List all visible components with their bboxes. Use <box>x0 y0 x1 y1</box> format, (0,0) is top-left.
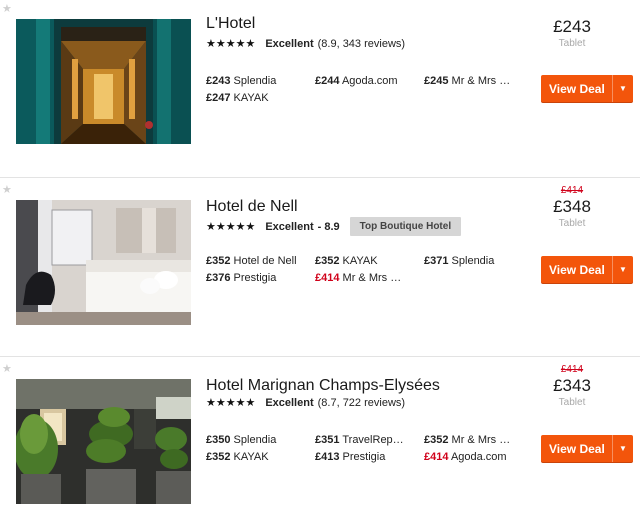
hotel-card: ★ Hotel Marignan Champs-Elysées ★★★★★ Ex… <box>0 356 640 526</box>
offer-item[interactable]: £351 TravelRep… <box>315 434 404 446</box>
offer-item[interactable]: £413 Prestigia <box>315 451 385 463</box>
stars-icon: ★★★★★ <box>206 397 256 409</box>
best-price[interactable]: £343 <box>542 376 602 396</box>
device-label: Tablet <box>558 38 586 49</box>
old-price: £414 <box>560 364 584 375</box>
view-deal-button[interactable]: View Deal ▼ <box>541 435 633 462</box>
offer-provider: Prestigia <box>233 272 277 284</box>
hotel-name[interactable]: L'Hotel <box>206 15 255 33</box>
stars-icon: ★★★★★ <box>206 38 256 50</box>
rating-row: ★★★★★ Excellent - 8.9 Top Boutique Hotel <box>206 217 462 236</box>
offer-provider: Splendia <box>451 255 495 267</box>
offer-provider: Agoda.com <box>341 75 398 87</box>
offer-price: £350 <box>206 434 231 446</box>
offer-item[interactable]: £414 Agoda.com <box>424 451 507 463</box>
offer-provider: Mr & Mrs … <box>451 434 511 446</box>
rating-word: Excellent <box>265 220 314 233</box>
best-price[interactable]: £243 <box>542 17 602 37</box>
caret-down-icon[interactable]: ▼ <box>613 84 633 93</box>
caret-down-icon[interactable]: ▼ <box>613 444 633 453</box>
view-deal-button[interactable]: View Deal ▼ <box>541 75 633 102</box>
favorite-star-icon[interactable]: ★ <box>2 364 12 375</box>
rating-word: Excellent <box>265 37 314 50</box>
offer-provider: KAYAK <box>342 255 378 267</box>
offer-provider: Agoda.com <box>450 451 507 463</box>
offer-price: £243 <box>206 75 231 87</box>
offer-price: £376 <box>206 272 231 284</box>
top-boutique-badge: Top Boutique Hotel <box>349 217 462 236</box>
view-deal-label: View Deal <box>549 81 605 96</box>
offer-provider: KAYAK <box>233 451 269 463</box>
hotel-photo[interactable] <box>16 379 191 504</box>
offer-item[interactable]: £245 Mr & Mrs … <box>424 75 510 87</box>
offer-item[interactable]: £371 Splendia <box>424 255 494 267</box>
view-deal-label: View Deal <box>549 441 605 456</box>
price-block: £243 Tablet <box>542 5 602 49</box>
view-deal-label: View Deal <box>549 262 605 277</box>
offer-price: £351 <box>315 434 340 446</box>
rating-row: ★★★★★ Excellent (8.7, 722 reviews) <box>206 396 406 410</box>
caret-down-icon[interactable]: ▼ <box>613 265 633 274</box>
offer-price: £352 <box>206 451 231 463</box>
offer-provider: Mr & Mrs … <box>342 272 402 284</box>
offer-item[interactable]: £414 Mr & Mrs … <box>315 272 401 284</box>
offer-price: £244 <box>315 75 340 87</box>
offer-provider: Prestigia <box>342 451 386 463</box>
offer-item[interactable]: £352 KAYAK <box>206 451 269 463</box>
offer-price: £247 <box>206 92 231 104</box>
rating-detail: (8.7, 722 reviews) <box>317 396 406 409</box>
offer-item[interactable]: £352 Hotel de Nell <box>206 255 297 267</box>
rating-word: Excellent <box>265 396 314 409</box>
offer-provider: TravelRep… <box>342 434 404 446</box>
offer-price: £413 <box>315 451 340 463</box>
rating-row: ★★★★★ Excellent (8.9, 343 reviews) <box>206 37 406 51</box>
offer-item[interactable]: £350 Splendia <box>206 434 276 446</box>
offer-price: £414 <box>424 451 449 463</box>
offer-provider: Splendia <box>233 75 277 87</box>
hotel-photo[interactable] <box>16 200 191 325</box>
offer-price: £245 <box>424 75 449 87</box>
hotel-card: ★ L'Hotel ★★★★★ Excellent (8.9, 343 revi… <box>0 0 640 170</box>
price-block: £414 £343 Tablet <box>542 364 602 408</box>
offer-item[interactable]: £244 Agoda.com <box>315 75 398 87</box>
offer-provider: Hotel de Nell <box>233 255 297 267</box>
offer-item[interactable]: £247 KAYAK <box>206 92 269 104</box>
offer-provider: Splendia <box>233 434 277 446</box>
offer-provider: KAYAK <box>233 92 269 104</box>
offer-item[interactable]: £243 Splendia <box>206 75 276 87</box>
offer-item[interactable]: £352 KAYAK <box>315 255 378 267</box>
offer-item[interactable]: £352 Mr & Mrs … <box>424 434 510 446</box>
offer-provider: Mr & Mrs … <box>451 75 511 87</box>
hotel-photo[interactable] <box>16 19 191 144</box>
stars-icon: ★★★★★ <box>206 221 256 233</box>
old-price: £414 <box>560 185 584 196</box>
best-price[interactable]: £348 <box>542 197 602 217</box>
old-price <box>542 5 602 17</box>
device-label: Tablet <box>558 218 586 229</box>
view-deal-button[interactable]: View Deal ▼ <box>541 256 633 283</box>
device-label: Tablet <box>558 397 586 408</box>
offer-item[interactable]: £376 Prestigia <box>206 272 276 284</box>
offer-price: £414 <box>315 272 340 284</box>
offer-price: £352 <box>424 434 449 446</box>
offer-price: £352 <box>206 255 231 267</box>
rating-detail: (8.9, 343 reviews) <box>317 37 406 50</box>
favorite-star-icon[interactable]: ★ <box>2 4 12 15</box>
hotel-card: ★ Hotel de Nell ★★★★★ Excellent - 8.9 To… <box>0 177 640 347</box>
hotel-name[interactable]: Hotel Marignan Champs-Elysées <box>206 377 440 395</box>
rating-detail: - 8.9 <box>317 220 340 233</box>
offer-price: £352 <box>315 255 340 267</box>
hotel-name[interactable]: Hotel de Nell <box>206 198 298 216</box>
offer-price: £371 <box>424 255 449 267</box>
price-block: £414 £348 Tablet <box>542 185 602 229</box>
favorite-star-icon[interactable]: ★ <box>2 185 12 196</box>
